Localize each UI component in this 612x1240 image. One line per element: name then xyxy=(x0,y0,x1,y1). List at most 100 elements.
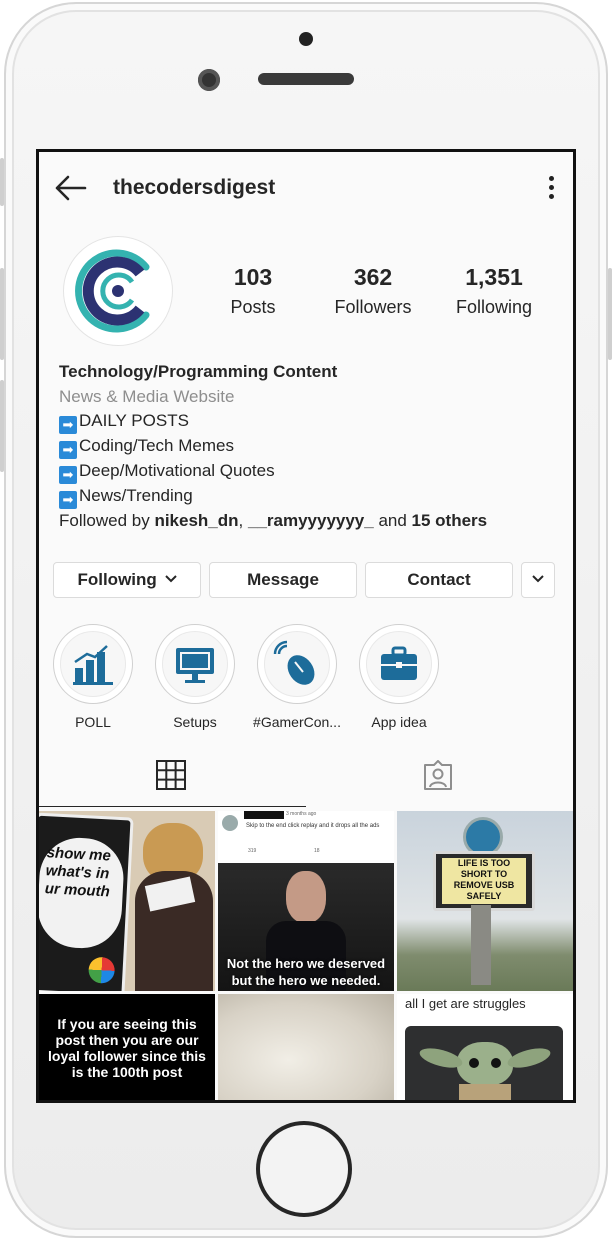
bar-chart-icon xyxy=(73,645,113,685)
post-text: If you are seeing this post then you are… xyxy=(48,1016,206,1080)
profile-display-name: Technology/Programming Content xyxy=(59,362,338,381)
uno-logo-icon xyxy=(87,956,116,984)
reply-count: 18 xyxy=(314,848,320,854)
bio-line: ➡ News/Trending xyxy=(59,484,559,510)
baby-yoda-photo xyxy=(405,1026,563,1100)
briefcase-icon xyxy=(381,646,417,680)
profile-username: thecodersdigest xyxy=(113,176,276,199)
caption-line: Not the hero we deserved xyxy=(226,956,386,971)
movie-still: Not the hero we deserved but the hero we… xyxy=(218,863,394,991)
highlight-label: POLL xyxy=(75,714,111,730)
followed-by-separator: , xyxy=(238,511,248,531)
grid-post[interactable]: all I get are struggles xyxy=(397,994,573,1100)
phone-screen: thecodersdigest 103 Posts 362 Followers … xyxy=(36,149,576,1103)
posts-count: 103 xyxy=(233,264,273,290)
highlight-ring xyxy=(257,624,337,704)
face xyxy=(286,871,326,923)
active-tab-indicator xyxy=(39,806,306,807)
yoda-eye xyxy=(491,1058,501,1068)
post-timestamp: 3 months ago xyxy=(286,811,317,817)
grid-post[interactable] xyxy=(218,994,394,1100)
profile-avatar[interactable] xyxy=(63,236,173,346)
highlight-label: Setups xyxy=(173,714,217,730)
chevron-down-icon xyxy=(532,575,544,583)
followers-label: Followers xyxy=(334,297,412,317)
sign-post xyxy=(471,905,491,985)
post-comment: Skip to the end click replay and it drop… xyxy=(246,823,380,829)
highlight-gamercon[interactable]: #GamerCon... xyxy=(252,624,342,730)
grid-icon[interactable] xyxy=(156,760,186,790)
follower-username[interactable]: __ramyyyyyyy_ xyxy=(248,511,374,530)
post-text: show me what's in ur mouth xyxy=(44,844,112,901)
highlight-cover xyxy=(264,631,330,697)
right-arrow-emoji-icon: ➡ xyxy=(59,416,77,435)
highlight-cover xyxy=(366,631,432,697)
following-stat[interactable]: 1,351 Following xyxy=(434,264,554,318)
right-arrow-emoji-icon: ➡ xyxy=(59,466,77,485)
following-button[interactable]: Following xyxy=(53,562,201,598)
yoda-robe xyxy=(459,1084,511,1100)
home-button[interactable] xyxy=(256,1121,352,1217)
posts-grid: show me what's in ur mouth 3 months ago … xyxy=(39,811,573,1100)
grid-post[interactable]: 3 months ago Skip to the end click repla… xyxy=(218,811,394,991)
yoda-eye xyxy=(469,1058,479,1068)
posts-label: Posts xyxy=(230,297,276,317)
power-button xyxy=(608,268,612,360)
highlight-label: App idea xyxy=(371,714,427,730)
profile-tabs xyxy=(39,748,573,808)
posts-stat[interactable]: 103 Posts xyxy=(193,264,313,318)
right-arrow-emoji-icon: ➡ xyxy=(59,491,77,510)
more-options-icon[interactable] xyxy=(547,176,555,200)
highlight-ring xyxy=(155,624,235,704)
highlight-setups[interactable]: Setups xyxy=(150,624,240,730)
highlight-poll[interactable]: POLL xyxy=(48,624,138,730)
redacted-name xyxy=(244,811,284,819)
profile-category: News & Media Website xyxy=(59,386,235,406)
tagged-icon[interactable] xyxy=(423,760,453,790)
mute-switch xyxy=(0,158,4,206)
avatar-icon xyxy=(222,815,238,831)
followers-count: 362 xyxy=(353,264,393,290)
highlight-ring xyxy=(359,624,439,704)
contact-button[interactable]: Contact xyxy=(365,562,513,598)
highlight-label: #GamerCon... xyxy=(253,714,341,730)
right-arrow-emoji-icon: ➡ xyxy=(59,441,77,460)
bio-line-text: Deep/Motivational Quotes xyxy=(79,461,275,481)
follower-username[interactable]: nikesh_dn xyxy=(154,511,238,530)
bio-line-text: News/Trending xyxy=(79,486,193,506)
bio-line: ➡ Deep/Motivational Quotes xyxy=(59,459,559,485)
bio-line-text: DAILY POSTS xyxy=(79,411,189,431)
followed-by-prefix: Followed by xyxy=(59,511,155,531)
bio-line: ➡ DAILY POSTS xyxy=(59,409,559,435)
caption-line: but the hero we needed. xyxy=(231,973,381,988)
yoda-ear-right xyxy=(505,1044,553,1072)
highlight-ring xyxy=(53,624,133,704)
grid-post[interactable]: LIFE IS TOO SHORT TO REMOVE USB SAFELY xyxy=(397,811,573,991)
mouse-icon xyxy=(273,640,315,685)
coders-digest-logo-icon xyxy=(75,249,150,333)
highlight-app-idea[interactable]: App idea xyxy=(354,624,444,730)
volume-down-button xyxy=(0,380,4,472)
profile-bio: Technology/Programming Content News & Me… xyxy=(59,360,559,534)
back-arrow-icon[interactable] xyxy=(53,172,89,204)
grid-post[interactable]: show me what's in ur mouth xyxy=(39,811,215,991)
like-count: 319 xyxy=(248,848,257,854)
followers-stat[interactable]: 362 Followers xyxy=(313,264,433,318)
grid-post[interactable]: If you are seeing this post then you are… xyxy=(39,994,215,1100)
uno-card: show me what's in ur mouth xyxy=(39,812,134,991)
top-bar: thecodersdigest xyxy=(39,152,573,224)
post-text: all I get are struggles xyxy=(405,996,526,1011)
suggested-accounts-button[interactable] xyxy=(521,562,555,598)
followed-by-and: and xyxy=(373,511,412,531)
sign-text: LIFE IS TOO SHORT TO REMOVE USB SAFELY xyxy=(442,858,526,904)
sign-board: LIFE IS TOO SHORT TO REMOVE USB SAFELY xyxy=(433,851,535,911)
message-button[interactable]: Message xyxy=(209,562,357,598)
followed-by[interactable]: Followed by nikesh_dn, __ramyyyyyyy_ and… xyxy=(59,509,559,534)
followed-by-others[interactable]: 15 others xyxy=(412,511,488,530)
proximity-sensor xyxy=(299,32,313,46)
following-label: Following xyxy=(455,297,533,317)
post-caption: Not the hero we deserved but the hero we… xyxy=(218,955,394,989)
earpiece-speaker xyxy=(258,73,354,85)
front-camera xyxy=(198,69,220,91)
bio-line: ➡ Coding/Tech Memes xyxy=(59,434,559,460)
